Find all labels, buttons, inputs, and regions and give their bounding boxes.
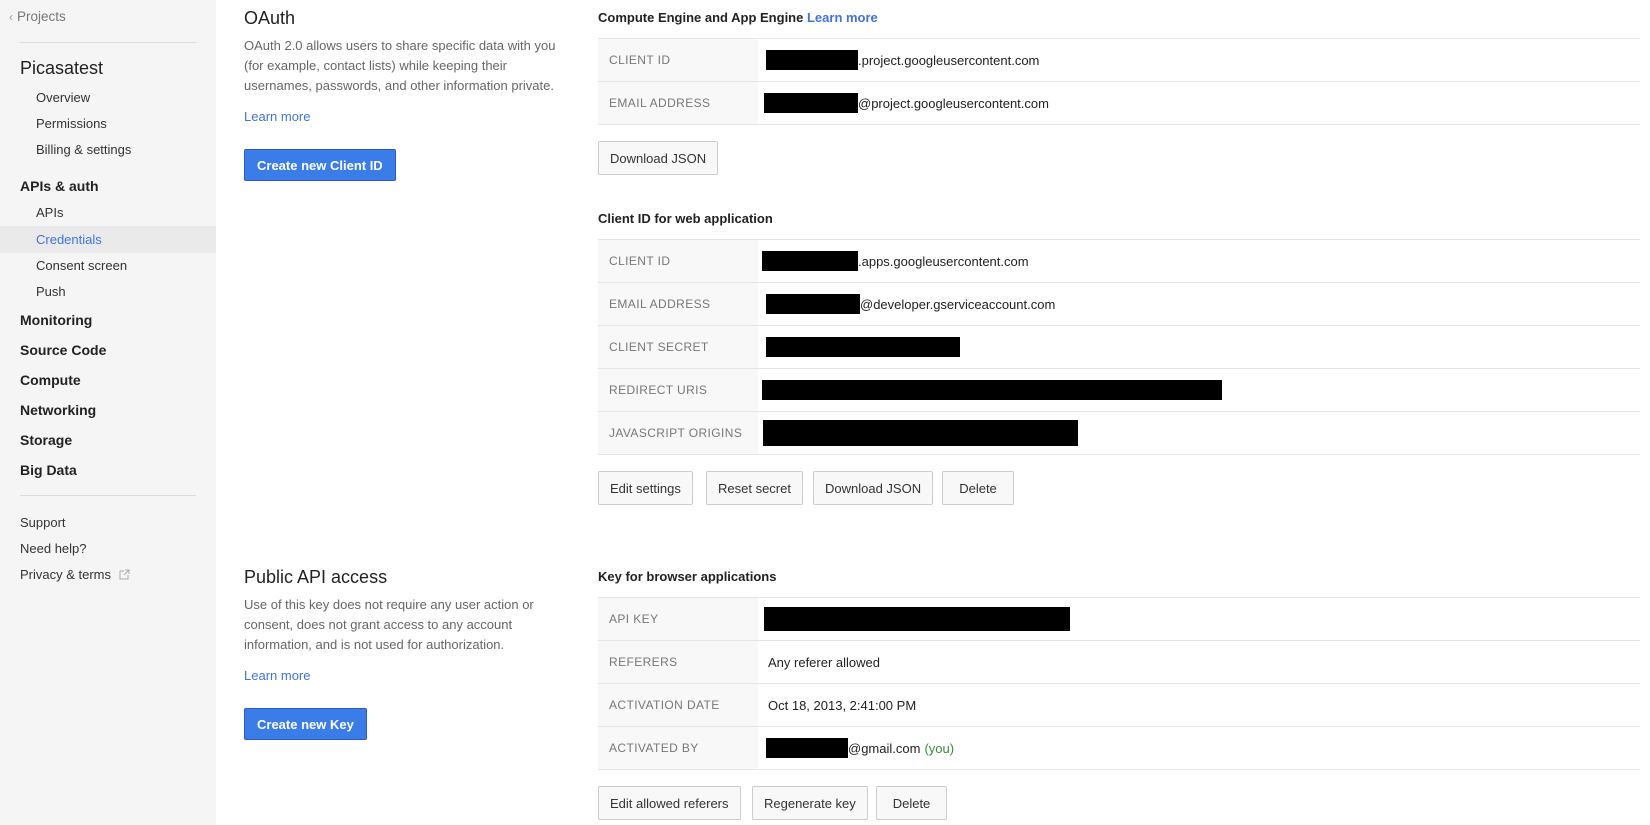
sidebar-item-overview[interactable]: Overview	[36, 90, 90, 105]
back-to-projects-link[interactable]: ‹ Projects	[9, 9, 66, 24]
sidebar-support-link[interactable]: Support	[20, 515, 66, 530]
row-key: ACTIVATED BY	[598, 727, 758, 769]
sidebar-item-consent-screen[interactable]: Consent screen	[36, 258, 127, 273]
row-key: CLIENT SECRET	[598, 326, 758, 368]
sidebar-item-credentials[interactable]: Credentials	[36, 232, 102, 247]
web-app-table: CLIENT ID .apps.googleusercontent.com EM…	[598, 239, 1640, 455]
javascript-origins-value[interactable]	[758, 412, 1640, 454]
redacted-block	[766, 337, 960, 357]
table-row: JAVASCRIPT ORIGINS	[598, 412, 1640, 455]
table-row: EMAIL ADDRESS @developer.gserviceaccount…	[598, 283, 1640, 326]
table-row: ACTIVATION DATE Oct 18, 2013, 2:41:00 PM	[598, 684, 1640, 727]
sidebar-section-storage[interactable]: Storage	[20, 432, 72, 448]
edit-settings-button[interactable]: Edit settings	[598, 471, 693, 505]
api-key-value[interactable]	[758, 598, 1640, 640]
redacted-block	[762, 251, 858, 271]
browser-key-table: API KEY REFERERS Any referer allowed ACT…	[598, 597, 1640, 770]
oauth-description: OAuth 2.0 allows users to share specific…	[244, 38, 556, 93]
sidebar-item-push[interactable]: Push	[36, 284, 66, 299]
sidebar-section-compute[interactable]: Compute	[20, 372, 81, 388]
sidebar-divider	[20, 495, 196, 496]
compute-engine-learn-more-link[interactable]: Learn more	[807, 10, 878, 25]
row-key: REFERERS	[598, 641, 758, 683]
email-address-value[interactable]: @project.googleusercontent.com	[758, 82, 1640, 124]
row-key: CLIENT ID	[598, 240, 758, 282]
sidebar-need-help-link[interactable]: Need help?	[20, 541, 87, 556]
compute-engine-title: Compute Engine and App Engine Learn more	[598, 10, 878, 25]
row-key: API KEY	[598, 598, 758, 640]
delete-client-button[interactable]: Delete	[942, 471, 1014, 505]
download-json-button[interactable]: Download JSON	[598, 141, 719, 175]
redacted-block	[766, 50, 858, 70]
redirect-uris-value[interactable]	[758, 369, 1640, 411]
table-row: REFERERS Any referer allowed	[598, 641, 1640, 684]
table-row: ACTIVATED BY @gmail.com (you)	[598, 727, 1640, 770]
public-api-description: Use of this key does not require any use…	[244, 597, 534, 652]
chevron-left-icon: ‹	[9, 9, 13, 24]
table-row: EMAIL ADDRESS @project.googleusercontent…	[598, 82, 1640, 125]
sidebar-item-billing[interactable]: Billing & settings	[36, 142, 131, 157]
sidebar-section-big-data[interactable]: Big Data	[20, 462, 77, 478]
table-row: CLIENT SECRET	[598, 326, 1640, 369]
sidebar: ‹ Projects Picasatest Overview Permissio…	[0, 0, 216, 825]
redacted-block	[766, 738, 848, 758]
sidebar-section-source-code[interactable]: Source Code	[20, 342, 106, 358]
row-key: EMAIL ADDRESS	[598, 283, 758, 325]
redacted-block	[762, 380, 1222, 400]
table-row: REDIRECT URIS	[598, 369, 1640, 412]
row-key: REDIRECT URIS	[598, 369, 758, 411]
web-app-title: Client ID for web application	[598, 211, 773, 226]
redacted-block	[764, 93, 858, 113]
browser-key-title: Key for browser applications	[598, 569, 777, 584]
sidebar-active-highlight	[0, 226, 216, 253]
redacted-block	[763, 420, 1078, 446]
create-new-key-button[interactable]: Create new Key	[244, 708, 367, 740]
table-row: CLIENT ID .project.googleusercontent.com	[598, 39, 1640, 82]
download-json-button[interactable]: Download JSON	[813, 471, 934, 505]
compute-engine-table: CLIENT ID .project.googleusercontent.com…	[598, 38, 1640, 125]
row-key: EMAIL ADDRESS	[598, 82, 758, 124]
client-id-value[interactable]: .project.googleusercontent.com	[758, 39, 1640, 81]
client-id-value[interactable]: .apps.googleusercontent.com	[758, 240, 1640, 282]
redacted-block	[766, 294, 860, 314]
row-key: JAVASCRIPT ORIGINS	[598, 412, 758, 454]
sidebar-section-apis-auth[interactable]: APIs & auth	[20, 178, 99, 194]
sidebar-section-networking[interactable]: Networking	[20, 402, 96, 418]
public-api-title: Public API access	[244, 567, 388, 587]
delete-key-button[interactable]: Delete	[876, 786, 947, 820]
external-link-icon	[119, 569, 130, 580]
create-client-id-button[interactable]: Create new Client ID	[244, 149, 396, 181]
referers-value: Any referer allowed	[768, 654, 880, 670]
email-address-value[interactable]: @developer.gserviceaccount.com	[758, 283, 1640, 325]
you-note: (you)	[924, 740, 955, 756]
redacted-block	[764, 607, 1070, 631]
sidebar-privacy-terms-link[interactable]: Privacy & terms	[20, 567, 130, 582]
sidebar-section-monitoring[interactable]: Monitoring	[20, 312, 92, 328]
sidebar-divider	[20, 42, 196, 43]
table-row: CLIENT ID .apps.googleusercontent.com	[598, 240, 1640, 283]
oauth-learn-more-link[interactable]: Learn more	[244, 109, 310, 124]
row-key: ACTIVATION DATE	[598, 684, 758, 726]
client-secret-value[interactable]	[758, 326, 1640, 368]
activation-date-value: Oct 18, 2013, 2:41:00 PM	[768, 697, 917, 713]
sidebar-item-permissions[interactable]: Permissions	[36, 116, 107, 131]
edit-allowed-referers-button[interactable]: Edit allowed referers	[598, 786, 741, 820]
table-row: API KEY	[598, 598, 1640, 641]
row-key: CLIENT ID	[598, 39, 758, 81]
activated-by-value: @gmail.com (you)	[758, 727, 1640, 769]
regenerate-key-button[interactable]: Regenerate key	[752, 786, 868, 820]
oauth-title: OAuth	[244, 8, 296, 28]
reset-secret-button[interactable]: Reset secret	[706, 471, 803, 505]
public-api-learn-more-link[interactable]: Learn more	[244, 668, 310, 683]
sidebar-item-apis[interactable]: APIs	[36, 205, 63, 220]
project-name: Picasatest	[20, 58, 104, 78]
